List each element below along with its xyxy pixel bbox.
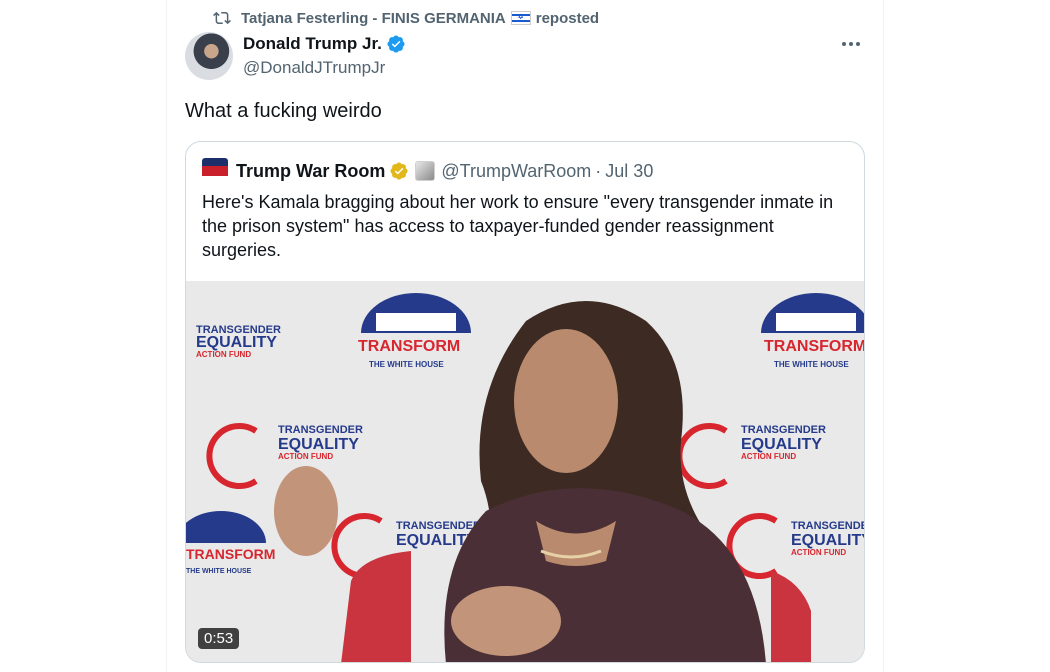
- svg-text:TRANSGENDER: TRANSGENDER: [278, 424, 363, 436]
- svg-text:EQUALITY: EQUALITY: [791, 532, 865, 549]
- verified-badge-icon: [387, 35, 405, 53]
- author-name[interactable]: Donald Trump Jr.: [243, 34, 382, 54]
- svg-text:EQUALITY: EQUALITY: [196, 334, 277, 351]
- quoted-header: Trump War Room @TrumpWarRoom · Jul 30: [202, 158, 653, 184]
- svg-text:THE WHITE HOUSE: THE WHITE HOUSE: [186, 568, 252, 575]
- svg-text:ACTION FUND: ACTION FUND: [278, 452, 333, 461]
- video-frame: TRANSFORM THE WHITE HOUSE TRANSFORM THE …: [186, 281, 865, 662]
- author-avatar[interactable]: [185, 32, 233, 80]
- svg-text:ACTION FUND: ACTION FUND: [196, 350, 251, 359]
- more-dots-icon: [842, 42, 860, 46]
- quoted-tweet[interactable]: Trump War Room @TrumpWarRoom · Jul 30 He…: [185, 141, 865, 663]
- affiliation-badge-icon[interactable]: [415, 161, 436, 181]
- svg-text:TRANSGENDER: TRANSGENDER: [791, 520, 865, 532]
- video-player[interactable]: TRANSFORM THE WHITE HOUSE TRANSFORM THE …: [186, 281, 865, 662]
- svg-text:ACTION FUND: ACTION FUND: [741, 452, 796, 461]
- svg-text:THE WHITE HOUSE: THE WHITE HOUSE: [774, 360, 849, 369]
- repost-user[interactable]: Tatjana Festerling - FINIS GERMANIA: [241, 10, 506, 27]
- author-handle[interactable]: @DonaldJTrumpJr: [243, 58, 385, 78]
- quoted-date[interactable]: Jul 30: [605, 161, 653, 182]
- israel-flag-icon: ✡: [510, 11, 531, 25]
- svg-text:ACTION FUND: ACTION FUND: [791, 548, 846, 557]
- repost-icon: [213, 11, 231, 25]
- gold-verified-badge-icon: [390, 162, 408, 180]
- svg-text:TRANSFORM: TRANSFORM: [186, 546, 275, 562]
- svg-text:EQUALITY: EQUALITY: [278, 436, 359, 453]
- timeline-column: Tatjana Festerling - FINIS GERMANIA ✡ re…: [166, 0, 884, 672]
- quoted-name[interactable]: Trump War Room: [236, 161, 385, 182]
- tweet-text: What a fucking weirdo: [185, 100, 382, 122]
- repost-action: reposted: [535, 9, 600, 27]
- svg-text:THE WHITE HOUSE: THE WHITE HOUSE: [369, 360, 444, 369]
- more-options-button[interactable]: [839, 34, 863, 54]
- quoted-separator: ·: [595, 160, 602, 181]
- svg-text:EQUALITY: EQUALITY: [741, 436, 822, 453]
- quoted-text: Here's Kamala bragging about her work to…: [202, 192, 834, 260]
- video-duration: 0:53: [198, 628, 240, 649]
- quoted-handle[interactable]: @TrumpWarRoom: [441, 161, 591, 182]
- quoted-avatar[interactable]: [202, 158, 228, 184]
- svg-text:TRANSGENDER: TRANSGENDER: [741, 424, 826, 436]
- svg-text:TRANSFORM: TRANSFORM: [764, 338, 865, 355]
- repost-indicator[interactable]: Tatjana Festerling - FINIS GERMANIA ✡ re…: [213, 8, 599, 28]
- svg-text:TRANSGENDER: TRANSGENDER: [396, 520, 481, 532]
- author-name-row[interactable]: Donald Trump Jr.: [243, 34, 406, 54]
- svg-text:TRANSFORM: TRANSFORM: [358, 338, 460, 355]
